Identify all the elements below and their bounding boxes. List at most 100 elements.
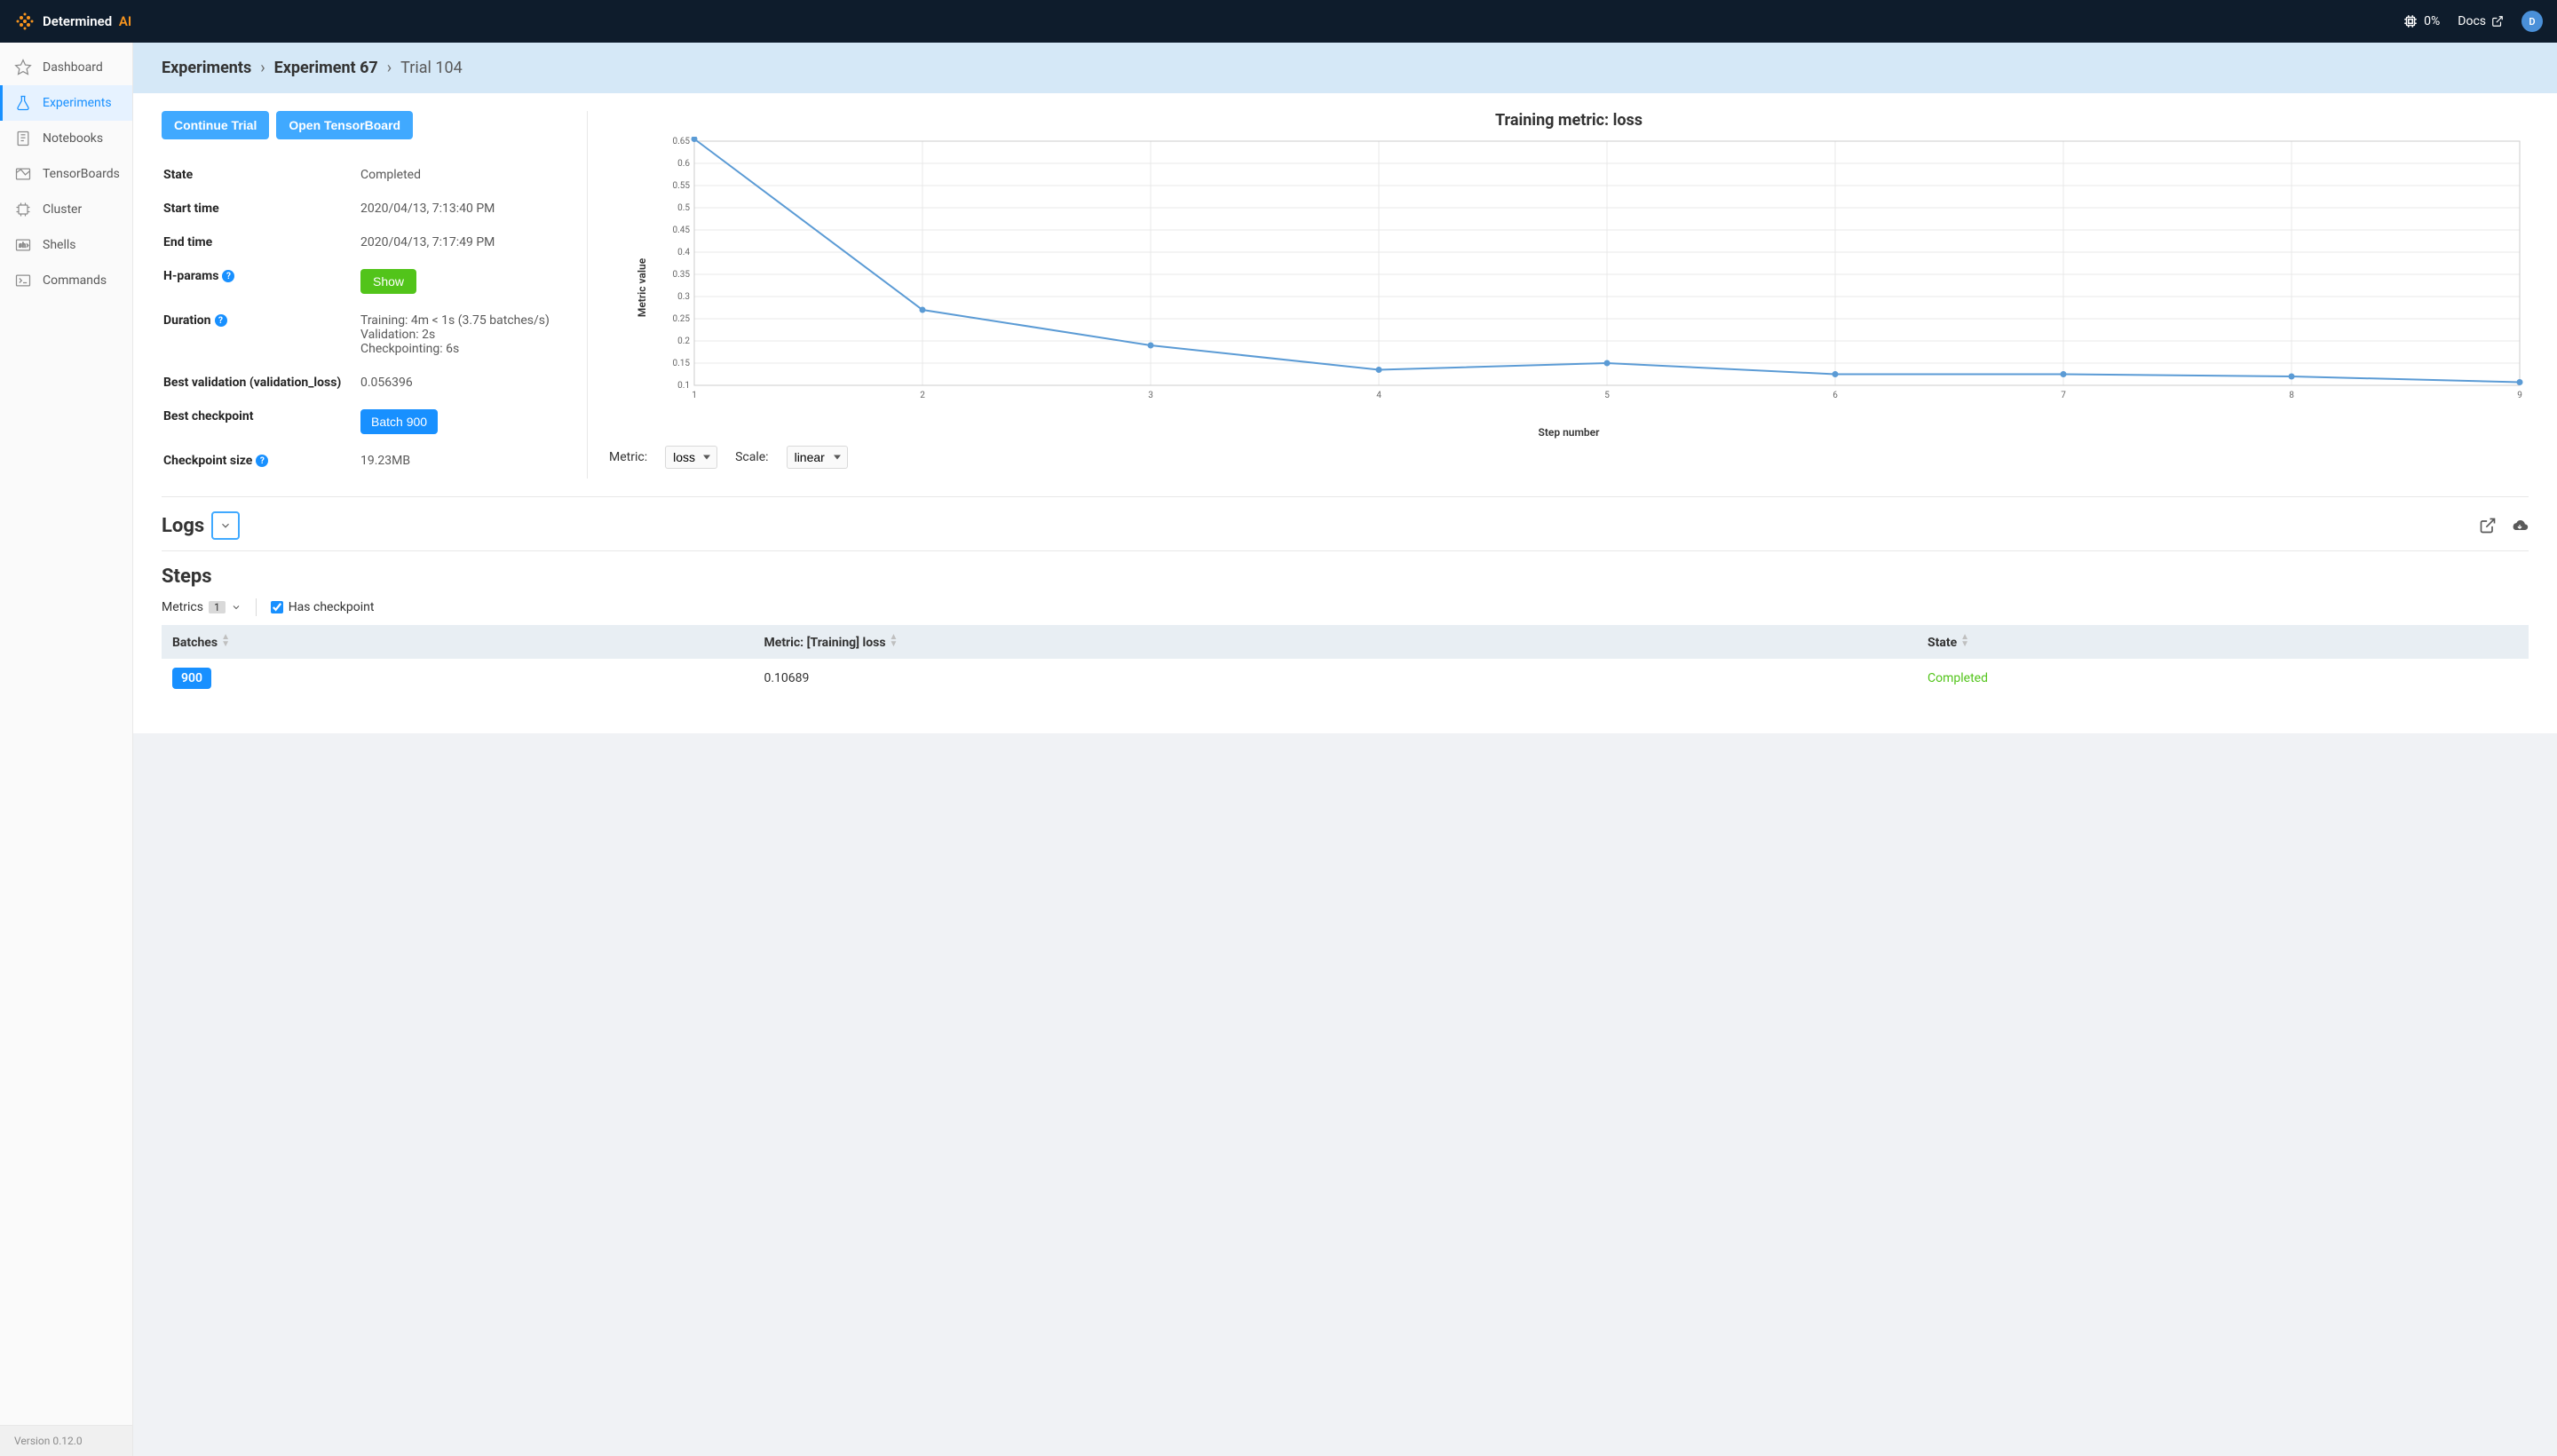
logs-title: Logs (162, 515, 204, 537)
column-state[interactable]: State▲▼ (1917, 625, 2529, 659)
sidebar-item-cluster[interactable]: Cluster (0, 192, 132, 227)
sort-icon: ▲▼ (1960, 634, 1969, 648)
column-metric-loss[interactable]: Metric: [Training] loss▲▼ (754, 625, 1918, 659)
chevron-down-icon (219, 519, 232, 532)
cpu-percentage: 0% (2424, 14, 2440, 28)
logo[interactable]: Determined AI (14, 11, 131, 32)
continue-trial-button[interactable]: Continue Trial (162, 111, 269, 139)
column-batches[interactable]: Batches▲▼ (162, 625, 754, 659)
brand-suffix: AI (119, 13, 131, 29)
open-external-icon[interactable] (2479, 517, 2497, 534)
show-hparams-button[interactable]: Show (360, 269, 416, 294)
state-value: Completed (360, 159, 564, 191)
chart-xlabel: Step number (1539, 426, 1600, 439)
svg-text:0.3: 0.3 (677, 292, 690, 302)
best-validation-value: 0.056396 (360, 367, 564, 399)
svg-text:0.35: 0.35 (673, 270, 691, 280)
duration-training: Training: 4m < 1s (3.75 batches/s) (360, 313, 564, 328)
open-tensorboard-button[interactable]: Open TensorBoard (276, 111, 413, 139)
flask-icon (14, 94, 32, 112)
svg-text:0.15: 0.15 (673, 359, 691, 368)
svg-text:0.65: 0.65 (673, 137, 691, 146)
sidebar-item-commands[interactable]: Commands (0, 263, 132, 298)
svg-text:sh›: sh› (19, 242, 29, 249)
star-icon (14, 59, 32, 76)
svg-text:1: 1 (692, 391, 697, 400)
sidebar-item-dashboard[interactable]: Dashboard (0, 50, 132, 85)
svg-text:0.4: 0.4 (677, 248, 690, 257)
download-cloud-icon[interactable] (2511, 517, 2529, 534)
checkpoint-size-value: 19.23MB (360, 445, 564, 477)
sidebar-item-tensorboards[interactable]: TensorBoards (0, 156, 132, 192)
terminal-icon (14, 272, 32, 289)
sort-icon: ▲▼ (890, 634, 899, 648)
hparams-label: H-params (163, 269, 218, 283)
loss-chart: 0.10.150.20.250.30.350.40.450.50.550.60.… (659, 137, 2529, 403)
metric-loss-cell: 0.10689 (754, 659, 1918, 698)
breadcrumb: Experiments › Experiment 67 › Trial 104 (133, 43, 2557, 93)
docs-link[interactable]: Docs (2458, 14, 2504, 28)
brand-name: Determined (43, 13, 112, 29)
breadcrumb-experiments[interactable]: Experiments (162, 59, 251, 77)
duration-validation: Validation: 2s (360, 328, 564, 342)
table-row[interactable]: 900 0.10689 Completed (162, 659, 2529, 698)
sidebar-item-label: Cluster (43, 202, 82, 217)
svg-text:0.55: 0.55 (673, 181, 691, 191)
help-icon[interactable]: ? (215, 314, 227, 327)
best-validation-label: Best validation (validation_loss) (163, 367, 359, 399)
logs-expand-button[interactable] (211, 511, 240, 540)
svg-text:0.25: 0.25 (673, 314, 691, 324)
help-icon[interactable]: ? (256, 455, 268, 467)
chevron-down-icon (231, 602, 241, 613)
sidebar-item-label: Experiments (43, 96, 112, 110)
sidebar-item-notebooks[interactable]: Notebooks (0, 121, 132, 156)
batch-chip[interactable]: 900 (172, 668, 211, 689)
breadcrumb-experiment[interactable]: Experiment 67 (274, 59, 378, 77)
svg-text:7: 7 (2061, 391, 2066, 400)
sidebar-item-label: Notebooks (43, 131, 103, 146)
shell-icon: sh› (14, 236, 32, 254)
best-checkpoint-label: Best checkpoint (163, 400, 359, 443)
topbar: Determined AI 0% Docs D (0, 0, 2557, 43)
info-table: StateCompleted Start time2020/04/13, 7:1… (162, 157, 566, 479)
end-time-value: 2020/04/13, 7:17:49 PM (360, 226, 564, 258)
svg-text:0.6: 0.6 (677, 159, 690, 169)
svg-text:0.45: 0.45 (673, 226, 691, 235)
svg-text:0.2: 0.2 (677, 336, 690, 346)
sidebar: Dashboard Experiments Notebooks TensorBo… (0, 43, 133, 1456)
chip-icon (2403, 13, 2418, 29)
cpu-usage[interactable]: 0% (2403, 13, 2440, 29)
svg-text:6: 6 (1833, 391, 1838, 400)
external-link-icon (2491, 15, 2504, 28)
tensorboard-icon (14, 165, 32, 183)
sort-icon: ▲▼ (221, 634, 230, 648)
steps-table: Batches▲▼ Metric: [Training] loss▲▼ Stat… (162, 625, 2529, 698)
help-icon[interactable]: ? (222, 270, 234, 282)
checkpoint-size-label: Checkpoint size (163, 454, 252, 468)
chart-title: Training metric: loss (609, 111, 2529, 130)
cluster-icon (14, 201, 32, 218)
svg-text:8: 8 (2289, 391, 2294, 400)
sidebar-item-shells[interactable]: sh› Shells (0, 227, 132, 263)
best-checkpoint-button[interactable]: Batch 900 (360, 409, 438, 434)
state-label: State (163, 159, 359, 191)
avatar[interactable]: D (2521, 11, 2543, 32)
version-label: Version 0.12.0 (0, 1425, 132, 1456)
metric-select[interactable]: loss (665, 446, 717, 469)
determined-logo-icon (14, 11, 36, 32)
scale-select[interactable]: linear (787, 446, 848, 469)
metrics-dropdown[interactable]: Metrics 1 (162, 600, 241, 614)
svg-text:3: 3 (1148, 391, 1153, 400)
sidebar-item-experiments[interactable]: Experiments (0, 85, 132, 121)
start-time-value: 2020/04/13, 7:13:40 PM (360, 193, 564, 225)
breadcrumb-trial: Trial 104 (400, 59, 463, 77)
duration-label: Duration (163, 313, 211, 328)
svg-text:5: 5 (1604, 391, 1610, 400)
end-time-label: End time (163, 226, 359, 258)
metrics-count-badge: 1 (209, 601, 226, 613)
metric-select-label: Metric: (609, 450, 647, 464)
sidebar-item-label: TensorBoards (43, 167, 120, 181)
sidebar-item-label: Commands (43, 273, 107, 288)
has-checkpoint-checkbox[interactable] (271, 601, 283, 613)
has-checkpoint-filter[interactable]: Has checkpoint (271, 600, 375, 614)
